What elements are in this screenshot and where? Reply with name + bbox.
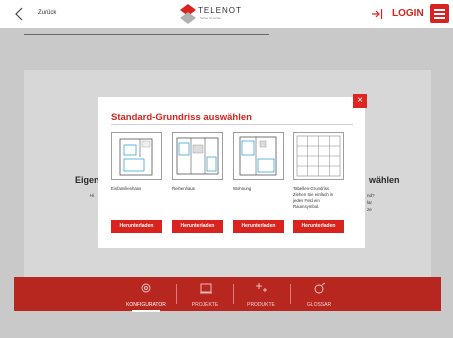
- download-button-reihenhaus[interactable]: Herunterladen: [172, 220, 223, 233]
- nav-produkte[interactable]: PRODUKTE: [233, 280, 289, 310]
- plan-label-reihenhaus: Reihenhaus: [172, 186, 195, 191]
- nav-projekte[interactable]: PROJEKTE: [177, 280, 233, 310]
- top-bar: Zurück TELENOT Sicher ist sicher. LOGIN: [0, 0, 453, 28]
- background-text-left: Hi: [90, 193, 95, 198]
- floorplan-house-icon: [119, 138, 153, 176]
- logo-tagline: Sicher ist sicher.: [200, 16, 222, 20]
- logo-mark-icon: [180, 4, 196, 24]
- floorplan-apartment-icon: [239, 136, 277, 176]
- glossary-icon: [314, 282, 326, 294]
- plan-thumbnail-einfamilienhaus[interactable]: [111, 132, 162, 180]
- modal-close-button[interactable]: ×: [353, 94, 367, 108]
- plan-thumbnail-tabellen[interactable]: [293, 132, 344, 180]
- nav-projekte-label: PROJEKTE: [191, 302, 219, 308]
- background-text-right-3: ze: [367, 207, 372, 212]
- modal-title: Standard-Grundriss auswählen: [111, 112, 252, 123]
- plan-label-tabellen-line3: jedes Feld ein: [293, 198, 320, 203]
- plus-products-icon: [256, 283, 267, 292]
- plan-label-wohnung: Wohnung: [233, 186, 252, 191]
- telenot-logo: TELENOT Sicher ist sicher.: [178, 4, 258, 24]
- plan-label-tabellen-line2: Ziehen Sie einfach in: [293, 192, 334, 197]
- background-text-right-2: lar: [367, 200, 373, 205]
- logo-wordmark: TELENOT: [198, 6, 242, 15]
- login-button[interactable]: LOGIN: [392, 8, 424, 19]
- nav-konfigurator-label: KONFIGURATOR: [126, 302, 166, 308]
- modal-divider: [111, 124, 353, 125]
- login-arrow-icon[interactable]: [371, 8, 383, 20]
- nav-konfigurator[interactable]: KONFIGURATOR: [118, 280, 174, 312]
- background-text-right-1: nd?: [367, 193, 375, 198]
- plan-thumbnail-reihenhaus[interactable]: [172, 132, 223, 180]
- floorplan-rowhouse-icon: [176, 137, 219, 175]
- menu-button[interactable]: [430, 4, 449, 23]
- download-button-wohnung[interactable]: Herunterladen: [233, 220, 284, 233]
- grid-table-icon: [296, 135, 341, 177]
- close-icon: ×: [357, 95, 363, 106]
- hamburger-icon: [434, 9, 445, 11]
- nav-glossar[interactable]: GLOSSAR: [291, 280, 347, 310]
- plan-label-tabellen-line1: Tabellen-Grundriss: [293, 186, 330, 191]
- bottom-navigation: KONFIGURATOR PROJEKTE PRODUKTE GLOSSAR: [14, 277, 441, 312]
- plan-thumbnail-wohnung[interactable]: [233, 132, 284, 180]
- back-chevron-icon[interactable]: [14, 7, 26, 21]
- gear-icon: [141, 283, 151, 293]
- plan-label-einfamilienhaus: Einfamilienhaus: [111, 186, 142, 191]
- download-button-tabellen[interactable]: Herunterladen: [293, 220, 344, 233]
- active-indicator: [132, 310, 160, 312]
- download-button-einfamilienhaus[interactable]: Herunterladen: [111, 220, 162, 233]
- nav-glossar-label: GLOSSAR: [306, 302, 332, 308]
- folder-icon: [200, 283, 212, 294]
- background-title-left: Eigen: [75, 175, 100, 185]
- back-link[interactable]: Zurück: [38, 10, 56, 16]
- scene-divider: [24, 34, 269, 35]
- plan-label-tabellen-line4: Raumsymbol.: [293, 204, 320, 209]
- background-title-right: wählen: [369, 175, 400, 185]
- nav-produkte-label: PRODUKTE: [247, 302, 275, 308]
